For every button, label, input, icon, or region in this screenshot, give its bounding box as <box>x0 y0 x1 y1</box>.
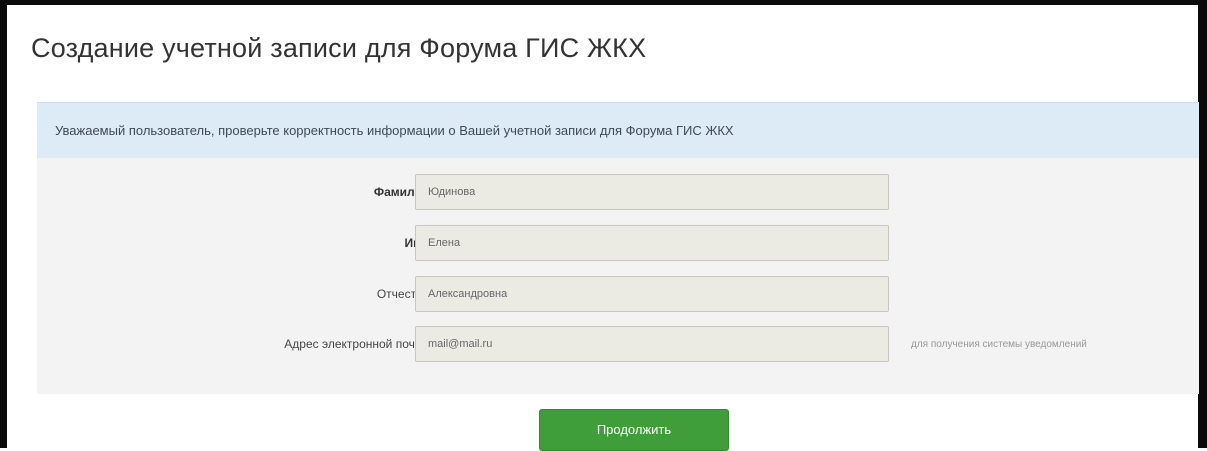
form-row-first-name: Имя <box>37 225 1199 261</box>
form-row-patronymic: Отчество <box>37 276 1199 312</box>
email-input[interactable] <box>415 326 889 362</box>
form-row-last-name: Фамилия <box>37 174 1199 210</box>
form-row-email: Адрес электронной почты для получения си… <box>37 326 1199 362</box>
page-title: Создание учетной записи для Форума ГИС Ж… <box>31 33 647 63</box>
info-notice: Уважаемый пользователь, проверьте коррек… <box>37 102 1199 159</box>
patronymic-input[interactable] <box>415 276 889 312</box>
email-hint: для получения системы уведомлений <box>911 339 1087 350</box>
continue-button[interactable]: Продолжить <box>539 409 729 451</box>
email-label: Адрес электронной почты <box>284 337 429 351</box>
notice-text: Уважаемый пользователь, проверьте коррек… <box>55 123 734 138</box>
first-name-input[interactable] <box>415 225 889 261</box>
last-name-input[interactable] <box>415 174 889 210</box>
window-frame: Создание учетной записи для Форума ГИС Ж… <box>0 0 1207 451</box>
account-form: Фамилия Имя Отчество Адрес электронной п… <box>37 158 1199 394</box>
